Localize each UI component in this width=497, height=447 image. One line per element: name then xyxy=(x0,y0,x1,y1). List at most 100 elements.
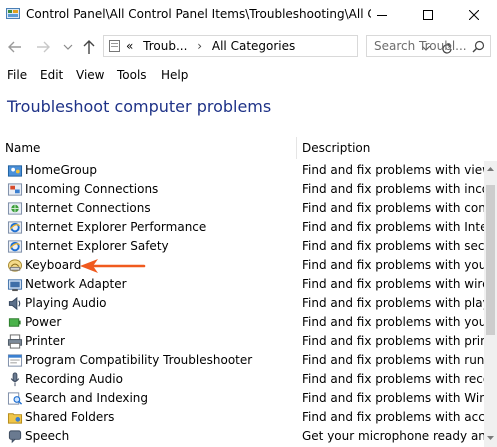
control-panel-icon xyxy=(6,8,20,19)
list-item-name[interactable]: Printer xyxy=(25,334,65,348)
troubleshooter-list: HomeGroup Find and fix problems with view… xyxy=(0,161,484,447)
list-item-name[interactable]: Internet Explorer Performance xyxy=(25,220,206,234)
close-button[interactable] xyxy=(451,0,497,30)
maximize-button[interactable] xyxy=(405,0,451,30)
menu-edit[interactable]: Edit xyxy=(40,68,63,82)
list-item-name[interactable]: Internet Connections xyxy=(25,201,151,215)
list-item[interactable]: Playing Audio Find and fix problems with … xyxy=(0,294,484,313)
list-item-description: Find and fix problems with Intern... xyxy=(302,220,484,234)
title-bar: Control Panel\All Control Panel Items\Tr… xyxy=(0,0,497,30)
network-adapter-icon xyxy=(7,279,23,292)
list-item-name[interactable]: Search and Indexing xyxy=(25,391,148,405)
list-item-description: Find and fix problems with printi... xyxy=(302,334,484,348)
list-item[interactable]: Internet Explorer Safety Find and fix pro… xyxy=(0,237,484,256)
list-item[interactable]: Program Compatibility Troubleshooter Find… xyxy=(0,351,484,370)
menu-help[interactable]: Help xyxy=(161,68,188,82)
menu-tools[interactable]: Tools xyxy=(117,68,147,82)
list-item[interactable]: Recording Audio Find and fix problems wit… xyxy=(0,370,484,389)
vertical-scrollbar[interactable] xyxy=(484,161,497,447)
speaker-icon xyxy=(8,296,21,311)
menu-bar: File Edit View Tools Help xyxy=(0,64,497,86)
list-item-name[interactable]: Program Compatibility Troubleshooter xyxy=(25,353,252,367)
list-item-description: Find and fix problems with viewin... xyxy=(302,163,484,177)
shared-folders-icon xyxy=(7,413,23,424)
troubleshooting-window: Control Panel\All Control Panel Items\Tr… xyxy=(0,0,497,447)
search-placeholder: Search Troubl... xyxy=(374,39,467,53)
list-item-description: Find and fix problems with your c... xyxy=(302,315,484,329)
list-item[interactable]: Incoming Connections Find and fix problem… xyxy=(0,180,484,199)
list-item-description: Find and fix problems with Wind... xyxy=(302,391,484,405)
list-item-description: Find and fix problems with playin... xyxy=(302,296,484,310)
homegroup-icon xyxy=(7,165,23,177)
list-item-description: Find and fix problems with wirele... xyxy=(302,277,484,291)
list-item[interactable]: Internet Explorer Performance Find and fi… xyxy=(0,218,484,237)
list-item-description: Find and fix problems with access... xyxy=(302,410,484,424)
list-item-name[interactable]: Speech xyxy=(25,429,69,443)
menu-view[interactable]: View xyxy=(76,68,104,82)
list-item-description: Find and fix problems with runni... xyxy=(302,353,484,367)
recent-locations-button[interactable] xyxy=(62,38,74,56)
list-item-description: Find and fix problems with conne... xyxy=(302,201,484,215)
forward-arrow-icon xyxy=(37,41,50,53)
back-button[interactable] xyxy=(6,38,24,56)
breadcrumb-overflow[interactable]: « xyxy=(126,39,133,53)
up-button[interactable] xyxy=(80,38,98,56)
maximize-icon xyxy=(423,10,433,20)
minimize-icon xyxy=(377,15,387,16)
list-item[interactable]: Speech Get your microphone ready and fi..… xyxy=(0,427,484,446)
list-item[interactable]: Keyboard Find and fix problems with your … xyxy=(0,256,484,275)
power-icon xyxy=(8,318,21,327)
internet-connections-icon xyxy=(7,202,23,215)
search-indexing-icon xyxy=(7,392,23,405)
microphone-icon xyxy=(10,372,20,387)
list-item[interactable]: HomeGroup Find and fix problems with view… xyxy=(0,161,484,180)
list-item[interactable]: Printer Find and fix problems with printi… xyxy=(0,332,484,351)
printer-icon xyxy=(7,334,23,349)
list-item-name[interactable]: HomeGroup xyxy=(25,163,97,177)
list-item[interactable]: Internet Connections Find and fix problem… xyxy=(0,199,484,218)
list-item-name[interactable]: Incoming Connections xyxy=(25,182,158,196)
chevron-down-icon xyxy=(63,44,73,50)
minimize-button[interactable] xyxy=(359,0,405,30)
list-item-name[interactable]: Power xyxy=(25,315,61,329)
program-compat-icon xyxy=(7,354,23,367)
scroll-up-icon[interactable] xyxy=(487,167,494,171)
column-header-name[interactable]: Name xyxy=(5,141,40,155)
breadcrumb: « Troub... › All Categories xyxy=(126,39,295,53)
column-header-description[interactable]: Description xyxy=(302,141,370,155)
breadcrumb-separator: › xyxy=(197,39,203,53)
list-item[interactable]: Power Find and fix problems with your c..… xyxy=(0,313,484,332)
up-arrow-icon xyxy=(83,40,95,54)
annotation-arrow xyxy=(80,259,146,273)
page-title: Troubleshoot computer problems xyxy=(7,97,272,116)
incoming-connections-icon xyxy=(7,183,23,196)
forward-button[interactable] xyxy=(34,38,52,56)
list-item-name[interactable]: Playing Audio xyxy=(25,296,107,310)
list-item-name[interactable]: Shared Folders xyxy=(25,410,114,424)
list-item-name[interactable]: Network Adapter xyxy=(25,277,127,291)
list-item-description: Find and fix problems with incom... xyxy=(302,182,484,196)
search-input[interactable]: Search Troubl... xyxy=(366,35,491,57)
scroll-down-icon[interactable] xyxy=(487,436,494,440)
breadcrumb-troubleshooting[interactable]: Troub... xyxy=(143,39,187,53)
column-divider[interactable] xyxy=(296,137,297,159)
list-item-name[interactable]: Keyboard xyxy=(25,258,81,272)
list-item-description: Get your microphone ready and fi... xyxy=(302,429,484,443)
list-item-name[interactable]: Recording Audio xyxy=(25,372,123,386)
speech-icon xyxy=(8,430,22,444)
ie-safety-icon xyxy=(7,240,23,253)
control-panel-icon xyxy=(109,40,120,52)
list-item[interactable]: Shared Folders Find and fix problems with… xyxy=(0,408,484,427)
breadcrumb-all-categories[interactable]: All Categories xyxy=(212,39,295,53)
scrollbar-thumb[interactable] xyxy=(486,185,495,335)
address-bar[interactable]: « Troub... › All Categories xyxy=(103,35,452,57)
keyboard-icon xyxy=(7,259,23,272)
list-item[interactable]: Network Adapter Find and fix problems wit… xyxy=(0,275,484,294)
search-icon xyxy=(472,40,485,53)
window-title: Control Panel\All Control Panel Items\Tr… xyxy=(26,7,371,21)
list-item-name[interactable]: Internet Explorer Safety xyxy=(25,239,169,253)
list-item-description: Find and fix problems with record... xyxy=(302,372,484,386)
list-item-description: Find and fix problems with securi... xyxy=(302,239,484,253)
menu-file[interactable]: File xyxy=(7,68,27,82)
list-item[interactable]: Search and Indexing Find and fix problems… xyxy=(0,389,484,408)
